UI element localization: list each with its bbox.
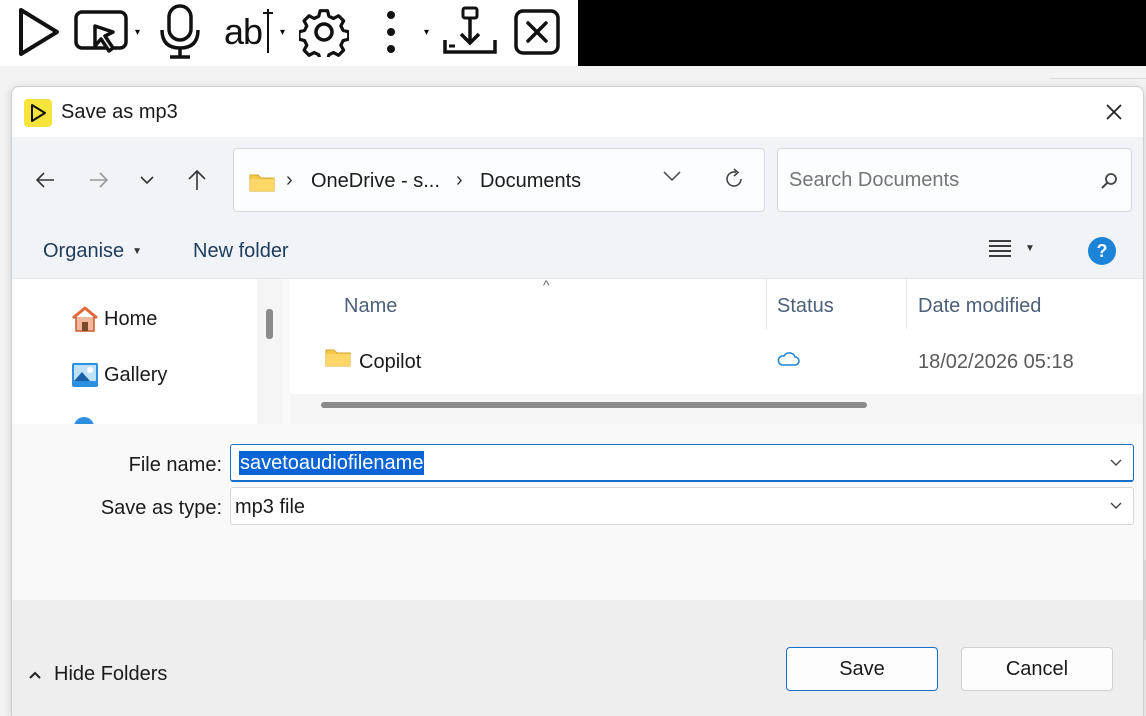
search-box[interactable]: [777, 148, 1132, 212]
close-toolbar-button[interactable]: [512, 4, 562, 60]
download-tray-icon: [443, 6, 497, 54]
arrow-left-icon: [35, 172, 54, 188]
column-divider[interactable]: [906, 279, 907, 329]
text-cursor-icon: [263, 9, 274, 53]
close-box-icon: [514, 9, 560, 55]
dialog-close-button[interactable]: [1099, 99, 1129, 125]
close-icon: [1106, 104, 1122, 120]
file-name-label: File name:: [128, 454, 222, 476]
app-toolbar: ▾ ab ▾ ▾: [0, 0, 578, 66]
sort-ascending-icon: ^: [543, 279, 550, 293]
arrow-right-icon: [90, 172, 109, 188]
breadcrumb-documents[interactable]: Documents: [480, 170, 581, 193]
column-header-status[interactable]: Status: [777, 295, 834, 318]
onedrive-icon-partial: [74, 417, 94, 424]
chevron-up-icon: [29, 671, 41, 679]
black-background-strip: [578, 0, 1146, 66]
save-as-type-value: mp3 file: [235, 496, 306, 518]
hide-folders-button[interactable]: Hide Folders: [28, 663, 167, 686]
chevron-down-icon[interactable]: [1109, 501, 1123, 511]
file-name: Copilot: [359, 351, 422, 373]
save-as-type-label: Save as type:: [100, 497, 222, 519]
breadcrumb-separator: ›: [286, 169, 293, 191]
refresh-icon[interactable]: [722, 167, 746, 191]
help-icon: ?: [1096, 240, 1108, 261]
folder-icon: [249, 174, 275, 192]
scrollbar-thumb[interactable]: [266, 309, 273, 339]
address-dropdown-icon[interactable]: [662, 169, 682, 183]
navigation-bar: › OneDrive - s... › Documents: [12, 137, 1143, 223]
file-name-value[interactable]: savetoaudiofilename: [239, 451, 425, 475]
more-vertical-icon: [387, 11, 395, 53]
search-input[interactable]: [789, 169, 1069, 192]
background-divider: [1050, 78, 1146, 79]
dialog-footer: Hide Folders Save Cancel: [12, 600, 1143, 716]
table-row[interactable]: Copilot 18/02/2026 05:18: [290, 337, 1143, 381]
navigation-pane: Home Gallery: [12, 279, 282, 424]
nav-item-home[interactable]: Home: [70, 305, 157, 333]
column-header-date-modified[interactable]: Date modified: [918, 295, 1041, 318]
text-tool-label: ab: [223, 11, 263, 52]
nav-item-label: Gallery: [104, 363, 168, 386]
help-button[interactable]: ?: [1088, 237, 1116, 265]
new-folder-button[interactable]: New folder: [193, 240, 289, 263]
column-divider[interactable]: [766, 279, 767, 329]
settings-button[interactable]: [298, 4, 350, 60]
dialog-title: Save as mp3: [61, 101, 178, 123]
app-play-icon: [24, 99, 52, 127]
more-dropdown-caret[interactable]: ▾: [424, 28, 429, 38]
organise-label: Organise: [43, 240, 125, 262]
home-icon: [72, 306, 98, 332]
back-button[interactable]: [30, 165, 60, 195]
save-as-dialog: Save as mp3 › OneDrive - s... › Document…: [11, 86, 1144, 716]
hide-folders-label: Hide Folders: [54, 663, 168, 685]
save-fields-area: File name: savetoaudiofilename Save as t…: [12, 424, 1143, 600]
view-options-button[interactable]: ▼: [989, 239, 1035, 257]
horizontal-scrollbar[interactable]: [290, 394, 1143, 424]
forward-button[interactable]: [84, 165, 114, 195]
nav-item-gallery[interactable]: Gallery: [70, 361, 167, 389]
more-button[interactable]: [376, 4, 406, 60]
chevron-down-icon: [140, 176, 154, 185]
caret-down-icon: ▼: [1025, 242, 1035, 254]
folder-icon: [325, 349, 351, 367]
chevron-down-icon[interactable]: [1109, 458, 1123, 468]
cloud-icon: [777, 352, 800, 366]
save-download-button[interactable]: [440, 4, 500, 60]
caret-down-icon: ▼: [132, 246, 143, 257]
play-icon: [19, 8, 59, 56]
organise-menu-button[interactable]: Organise ▼: [43, 240, 142, 263]
date-modified: 18/02/2026 05:18: [918, 351, 1074, 373]
gallery-icon: [72, 363, 98, 387]
column-header-name[interactable]: Name: [344, 295, 397, 318]
search-icon: [1101, 173, 1117, 189]
command-bar: Organise ▼ New folder ▼ ?: [12, 223, 1143, 279]
save-as-type-select[interactable]: mp3 file: [230, 487, 1134, 525]
microphone-button[interactable]: [156, 4, 204, 60]
select-pointer-icon: [74, 10, 128, 53]
up-button[interactable]: [182, 165, 212, 195]
breadcrumb-onedrive[interactable]: OneDrive - s...: [311, 170, 440, 193]
nav-pane-scrollbar[interactable]: [257, 279, 282, 424]
address-bar[interactable]: › OneDrive - s... › Documents: [233, 148, 765, 212]
gear-icon: [299, 9, 349, 57]
dialog-title-bar: Save as mp3: [12, 87, 1143, 137]
recent-locations-button[interactable]: [132, 165, 162, 195]
breadcrumb-separator: ›: [456, 169, 463, 191]
cancel-button[interactable]: Cancel: [961, 647, 1113, 691]
nav-item-label: Home: [104, 307, 158, 330]
play-button[interactable]: [14, 4, 64, 60]
file-name-field[interactable]: savetoaudiofilename: [230, 444, 1134, 482]
text-tool-button[interactable]: ab: [218, 4, 280, 60]
arrow-up-icon: [188, 169, 206, 190]
scrollbar-thumb[interactable]: [321, 402, 867, 408]
file-list: ^ Name Status Date modified Copilot 18/0…: [290, 279, 1143, 424]
microphone-icon: [160, 4, 200, 59]
select-area-button[interactable]: [72, 4, 134, 60]
save-button[interactable]: Save: [786, 647, 938, 691]
text-dropdown-caret[interactable]: ▾: [280, 28, 285, 38]
select-dropdown-caret[interactable]: ▾: [135, 28, 140, 38]
list-view-icon: [989, 240, 1011, 257]
